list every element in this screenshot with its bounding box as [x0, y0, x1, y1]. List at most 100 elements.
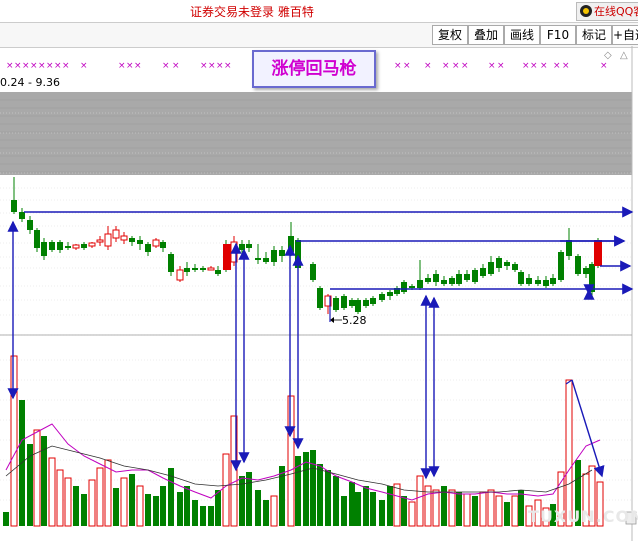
- overlay-button[interactable]: 叠加: [468, 25, 504, 45]
- candle-body-down: [255, 258, 261, 260]
- volume-bar-down: [215, 490, 221, 526]
- volume-bar-up: [64, 477, 72, 527]
- volume-bar-up: [511, 495, 519, 527]
- volume-bar-up: [463, 493, 471, 527]
- volume-bar-down: [3, 512, 9, 526]
- candle-body-down: [184, 268, 190, 272]
- scroll-up-icon[interactable]: △: [620, 50, 628, 61]
- flag-mark: ×: [38, 61, 46, 71]
- candle-body-down: [518, 272, 524, 284]
- candle-body-down: [65, 246, 71, 248]
- volume-bar-down: [379, 500, 385, 526]
- flag-mark: ×: [162, 61, 170, 71]
- volume-bar-down: [129, 474, 135, 526]
- candle-body-down: [496, 258, 502, 268]
- candle-body-up: [152, 239, 160, 247]
- volume-bar-down: [177, 492, 183, 526]
- flag-mark: ×: [6, 61, 14, 71]
- flag-mark: ×: [562, 61, 570, 71]
- volume-bar-up: [416, 475, 424, 527]
- volume-bar-down: [401, 496, 407, 526]
- candle-body-up: [104, 233, 112, 247]
- trade-status-text: 证券交易未登录 雅百特: [190, 5, 314, 19]
- volume-bar-up: [270, 495, 278, 527]
- candle-body-limitup: [594, 240, 602, 266]
- flag-mark: ×: [224, 61, 232, 71]
- chart-toolbar: 复权 叠加 画线 F10 标记 +自选: [0, 22, 638, 48]
- candle-body-down: [200, 268, 206, 270]
- volume-bar-down: [504, 502, 510, 526]
- volume-bar-down: [255, 490, 261, 526]
- add-watchlist-button[interactable]: +自选: [612, 25, 638, 45]
- volume-bar-down: [113, 488, 119, 526]
- candle-body-down: [535, 280, 541, 284]
- qq-online-button[interactable]: 在线QQ客: [576, 2, 638, 21]
- flag-mark: ×: [424, 61, 432, 71]
- flag-mark: ×: [442, 61, 450, 71]
- candle-body-down: [129, 238, 135, 242]
- volume-bar-up: [48, 457, 56, 527]
- mark-button[interactable]: 标记: [576, 25, 612, 45]
- volume-bar-up: [487, 489, 495, 527]
- candle-body-down: [11, 200, 17, 212]
- flag-mark: ×: [46, 61, 54, 71]
- volume-bar-up: [565, 379, 573, 527]
- volume-bar-down: [184, 486, 190, 526]
- volume-bar-down: [73, 486, 79, 526]
- candle-body-down: [409, 286, 415, 288]
- candle-body-down: [550, 278, 556, 284]
- flag-mark: ×: [394, 61, 402, 71]
- volume-bar-up: [479, 491, 487, 527]
- gray-band: [0, 92, 632, 175]
- volume-bar-up: [432, 489, 440, 527]
- candle-body-down: [526, 278, 532, 284]
- draw-line-button[interactable]: 画线: [504, 25, 540, 45]
- f10-button[interactable]: F10: [540, 25, 576, 45]
- candle-body-down: [480, 268, 486, 276]
- candle-body-down: [168, 254, 174, 272]
- flag-mark: ×: [172, 61, 180, 71]
- volume-bar-down: [279, 466, 285, 526]
- candle-body-down: [341, 296, 347, 308]
- candle-body-down: [456, 274, 462, 284]
- candle-body-down: [246, 244, 252, 248]
- candle-body-down: [583, 268, 589, 274]
- candlestick-chart: × × × × × × × × × × × × × × × × × × × × × × × × × × × × × × × ×5.28: [0, 46, 637, 541]
- candle-body-limitup: [223, 244, 231, 270]
- candle-body-down: [417, 280, 423, 288]
- volume-bar-down: [81, 494, 87, 526]
- flag-mark: ×: [216, 61, 224, 71]
- candle-body-down: [271, 250, 277, 262]
- candle-body-down: [317, 288, 323, 308]
- volume-bar-up: [393, 483, 401, 527]
- scroll-diamond-icon[interactable]: ◇: [604, 50, 612, 61]
- candle-body-down: [543, 280, 549, 286]
- flag-mark: ×: [22, 61, 30, 71]
- volume-bar-down: [145, 494, 151, 526]
- candle-body-down: [589, 264, 595, 292]
- volume-bar-down: [263, 500, 269, 526]
- candle-body-down: [575, 256, 581, 274]
- volume-bar-down: [160, 486, 166, 526]
- volume-bar-down: [200, 506, 206, 526]
- candle-body-down: [137, 240, 143, 244]
- flag-mark: ×: [54, 61, 62, 71]
- candle-body-down: [370, 298, 376, 304]
- candle-body-down: [57, 242, 63, 250]
- volume-bar-down: [333, 476, 339, 526]
- volume-bar-down: [349, 482, 355, 526]
- candle-body-down: [215, 270, 221, 274]
- candle-body-down: [488, 262, 494, 274]
- candle-body-up: [120, 235, 128, 241]
- restore-rights-button[interactable]: 复权: [432, 25, 468, 45]
- candle-body-down: [387, 292, 393, 296]
- flag-mark: ×: [488, 61, 496, 71]
- candle-body-down: [566, 240, 572, 256]
- candle-body-down: [333, 298, 339, 310]
- candle-body-up: [207, 267, 215, 271]
- candle-body-down: [379, 294, 385, 300]
- candle-body-down: [279, 250, 285, 256]
- candle-body-down: [464, 274, 470, 280]
- candle-body-down: [558, 252, 564, 280]
- volume-bar-down: [355, 492, 361, 526]
